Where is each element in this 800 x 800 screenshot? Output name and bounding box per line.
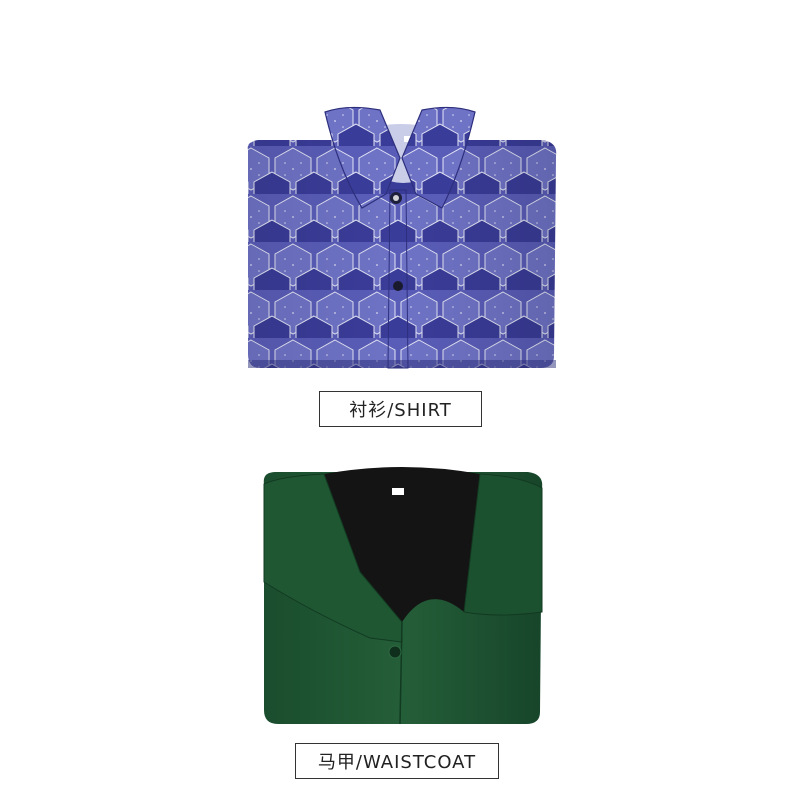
waistcoat-photo [263, 467, 543, 725]
waistcoat-caption: 马甲/WAISTCOAT [295, 743, 499, 779]
product-detail-page: 衬衫/SHIRT 马甲/WAISTCOAT [0, 0, 800, 800]
shirt-photo [247, 106, 557, 369]
shirt-caption: 衬衫/SHIRT [319, 391, 482, 427]
